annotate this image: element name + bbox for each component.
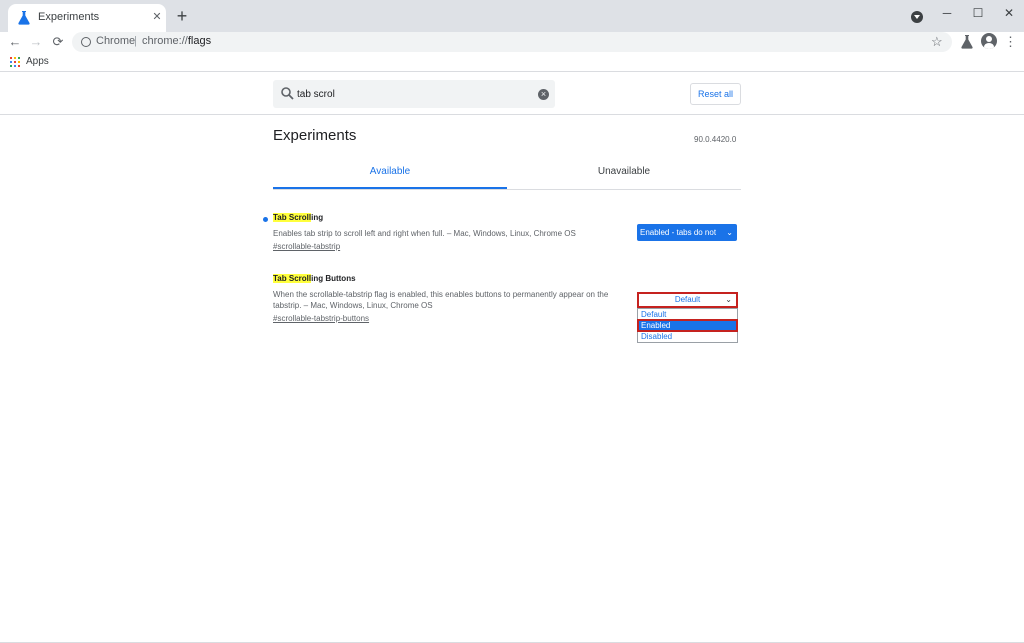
- tab-close-icon[interactable]: ✕: [150, 9, 164, 25]
- back-button[interactable]: ←: [6, 33, 24, 51]
- apps-grid-dot: [14, 57, 16, 59]
- flag-description: Enables tab strip to scroll left and rig…: [273, 229, 576, 238]
- site-label: Chrome: [96, 35, 136, 47]
- title-highlight: Tab Scroll: [273, 274, 312, 283]
- apps-grid-dot: [18, 57, 20, 59]
- page-title: Experiments: [273, 127, 357, 144]
- tab-title: Experiments: [38, 11, 100, 23]
- apps-grid-dot: [18, 65, 20, 67]
- option-disabled[interactable]: Disabled: [638, 331, 737, 342]
- profile-avatar-icon[interactable]: [981, 33, 997, 49]
- option-enabled[interactable]: Enabled: [637, 319, 738, 332]
- apps-grid-dot: [14, 65, 16, 67]
- apps-grid-dot: [18, 61, 20, 63]
- flags-header: × Reset all: [0, 73, 1024, 115]
- url-scheme: chrome://: [142, 35, 188, 47]
- title-highlight: Tab Scroll: [273, 213, 312, 222]
- clear-search-icon[interactable]: ×: [538, 89, 549, 100]
- select-dropdown-list: Default Enabled Disabled: [637, 308, 738, 343]
- flask-icon: [18, 11, 30, 25]
- kebab-menu-icon[interactable]: ⋮: [1004, 33, 1017, 51]
- minimize-button[interactable]: ─: [932, 2, 962, 24]
- labs-flask-icon[interactable]: [961, 35, 973, 49]
- flags-tabs: Available Unavailable: [273, 157, 741, 190]
- reload-button[interactable]: ⟳: [49, 33, 67, 51]
- flag-permalink[interactable]: #scrollable-tabstrip: [273, 242, 743, 251]
- url-separator: |: [134, 35, 137, 47]
- url-path: flags: [187, 35, 212, 47]
- selected-value: Default: [674, 295, 701, 304]
- maximize-button[interactable]: ☐: [963, 2, 993, 24]
- apps-grid-dot: [10, 61, 12, 63]
- apps-grid-dot: [10, 57, 12, 59]
- apps-grid-dot: [10, 65, 12, 67]
- title-rest: ing Buttons: [311, 274, 356, 283]
- apps-grid-icon[interactable]: [10, 57, 20, 67]
- bookmarks-bar: Apps: [0, 52, 1024, 72]
- search-input[interactable]: [297, 86, 527, 102]
- close-window-button[interactable]: ✕: [994, 2, 1024, 24]
- browser-tab-experiments[interactable]: Experiments ✕: [8, 4, 166, 32]
- title-bar: Experiments ✕ + ─ ☐ ✕: [0, 0, 1024, 32]
- flag-select-tab-scrolling[interactable]: Enabled - tabs do not ⌄: [637, 224, 737, 241]
- bookmark-star-icon[interactable]: ☆: [931, 34, 943, 50]
- flag-description: When the scrollable-tabstrip flag is ena…: [273, 290, 609, 310]
- flag-select-tab-scrolling-buttons[interactable]: Default ⌄: [637, 292, 738, 308]
- apps-bookmark[interactable]: Apps: [26, 56, 49, 67]
- chevron-down-icon: ⌄: [725, 295, 732, 304]
- tab-search-icon[interactable]: [911, 11, 923, 23]
- flag-title: Tab Scrolling Buttons: [273, 274, 743, 283]
- selected-value: Enabled - tabs do not: [640, 228, 717, 237]
- address-bar[interactable]: Chrome | chrome://flags: [72, 32, 952, 52]
- forward-button[interactable]: →: [27, 33, 45, 51]
- tab-available[interactable]: Available: [273, 166, 507, 177]
- chevron-down-icon: ⌄: [726, 228, 733, 237]
- option-default[interactable]: Default: [638, 309, 737, 320]
- title-rest: ing: [311, 213, 324, 222]
- flag-title: Tab Scrolling: [273, 213, 743, 222]
- chrome-page-icon: [81, 37, 91, 47]
- active-tab-indicator: [273, 187, 507, 189]
- search-box: ×: [273, 80, 555, 108]
- new-tab-button[interactable]: +: [172, 6, 192, 26]
- apps-grid-dot: [14, 61, 16, 63]
- url-text[interactable]: chrome://flags: [142, 35, 211, 47]
- search-icon: [281, 87, 294, 100]
- browser-toolbar: ← → ⟳ Chrome | chrome://flags ☆ ⋮: [0, 32, 1024, 52]
- reset-all-button[interactable]: Reset all: [690, 83, 741, 105]
- version-label: 90.0.4420.0: [694, 135, 737, 144]
- modified-indicator: [263, 217, 268, 222]
- tab-unavailable[interactable]: Unavailable: [507, 166, 741, 177]
